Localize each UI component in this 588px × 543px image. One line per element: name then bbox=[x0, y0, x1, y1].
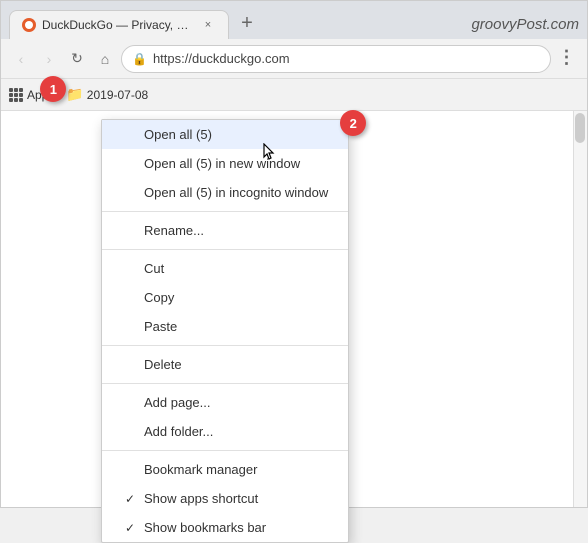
annotation-2: 2 bbox=[340, 110, 366, 136]
context-menu-item-open-incognito[interactable]: Open all (5) in incognito window bbox=[102, 178, 348, 207]
back-button[interactable]: ‹ bbox=[9, 47, 33, 71]
tab-title: DuckDuckGo — Privacy, simplifie... bbox=[42, 18, 194, 32]
bookmark-manager-label: Bookmark manager bbox=[144, 462, 257, 477]
address-bar[interactable]: 🔒 https://duckduckgo.com bbox=[121, 45, 551, 73]
active-tab[interactable]: DuckDuckGo — Privacy, simplifie... × bbox=[9, 10, 229, 39]
cut-label: Cut bbox=[144, 261, 164, 276]
rename-label: Rename... bbox=[144, 223, 204, 238]
folder-label: 2019-07-08 bbox=[87, 88, 148, 102]
open-incognito-label: Open all (5) in incognito window bbox=[144, 185, 328, 200]
folder-wrapper: 📁 2019-07-08 1 bbox=[62, 84, 152, 105]
separator-4 bbox=[102, 383, 348, 384]
context-menu-item-delete[interactable]: Delete bbox=[102, 350, 348, 379]
open-all-label: Open all (5) bbox=[144, 127, 212, 142]
show-apps-label: Show apps shortcut bbox=[144, 491, 258, 506]
forward-button[interactable]: › bbox=[37, 47, 61, 71]
separator-2 bbox=[102, 249, 348, 250]
separator-5 bbox=[102, 450, 348, 451]
new-tab-button[interactable]: + bbox=[233, 9, 261, 37]
main-content: Open all (5) 2 Open all (5) in new windo… bbox=[1, 111, 587, 507]
delete-label: Delete bbox=[144, 357, 182, 372]
apps-grid-icon bbox=[9, 88, 23, 102]
copy-label: Copy bbox=[144, 290, 174, 305]
bookmarks-bar-inner: Apps 📁 2019-07-08 1 bbox=[9, 84, 152, 105]
url-text: https://duckduckgo.com bbox=[153, 51, 290, 66]
site-label: groovyPost.com bbox=[471, 16, 579, 33]
scrollbar-track[interactable] bbox=[573, 111, 587, 507]
context-menu-item-open-new-window[interactable]: Open all (5) in new window bbox=[102, 149, 348, 178]
context-menu-item-paste[interactable]: Paste bbox=[102, 312, 348, 341]
context-menu-item-show-bookmarks[interactable]: ✓ Show bookmarks bar bbox=[102, 513, 348, 542]
context-menu-item-add-page[interactable]: Add page... bbox=[102, 388, 348, 417]
context-menu-item-open-all[interactable]: Open all (5) 2 bbox=[102, 120, 348, 149]
home-button[interactable]: ⌂ bbox=[93, 47, 117, 71]
checkmark-show-bookmarks: ✓ bbox=[122, 521, 138, 535]
separator-1 bbox=[102, 211, 348, 212]
tab-bar: DuckDuckGo — Privacy, simplifie... × + g… bbox=[1, 1, 587, 39]
add-folder-label: Add folder... bbox=[144, 424, 213, 439]
tab-close-button[interactable]: × bbox=[200, 17, 216, 33]
add-page-label: Add page... bbox=[144, 395, 211, 410]
separator-3 bbox=[102, 345, 348, 346]
scrollbar-thumb[interactable] bbox=[575, 113, 585, 143]
context-menu: Open all (5) 2 Open all (5) in new windo… bbox=[101, 119, 349, 543]
checkmark-show-apps: ✓ bbox=[122, 492, 138, 506]
lock-icon: 🔒 bbox=[132, 52, 147, 66]
show-bookmarks-label: Show bookmarks bar bbox=[144, 520, 266, 535]
context-menu-item-rename[interactable]: Rename... bbox=[102, 216, 348, 245]
tab-favicon bbox=[22, 18, 36, 32]
context-menu-item-show-apps[interactable]: ✓ Show apps shortcut bbox=[102, 484, 348, 513]
browser-window: DuckDuckGo — Privacy, simplifie... × + g… bbox=[0, 0, 588, 508]
nav-bar: ‹ › ↻ ⌂ 🔒 https://duckduckgo.com ⋮ bbox=[1, 39, 587, 79]
reload-button[interactable]: ↻ bbox=[65, 47, 89, 71]
context-menu-item-copy[interactable]: Copy bbox=[102, 283, 348, 312]
open-new-window-label: Open all (5) in new window bbox=[144, 156, 300, 171]
more-options-button[interactable]: ⋮ bbox=[555, 47, 579, 71]
bookmark-folder[interactable]: 📁 2019-07-08 bbox=[62, 84, 152, 105]
paste-label: Paste bbox=[144, 319, 177, 334]
folder-icon: 📁 bbox=[66, 86, 83, 103]
context-menu-item-bookmark-manager[interactable]: Bookmark manager bbox=[102, 455, 348, 484]
context-menu-item-cut[interactable]: Cut bbox=[102, 254, 348, 283]
bookmarks-bar: Apps 📁 2019-07-08 1 bbox=[1, 79, 587, 111]
context-menu-item-add-folder[interactable]: Add folder... bbox=[102, 417, 348, 446]
